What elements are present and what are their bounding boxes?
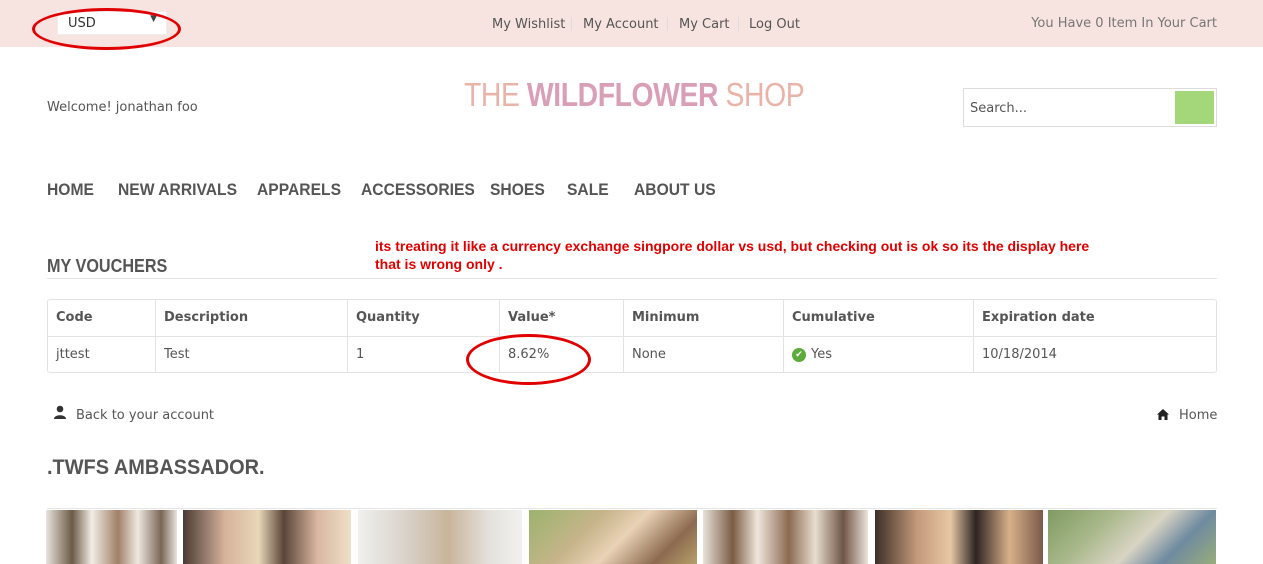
cart-status[interactable]: You Have 0 Item In Your Cart (1031, 16, 1217, 31)
nav-sale[interactable]: SALE (567, 180, 609, 200)
page-title: MY VOUCHERS (47, 256, 168, 276)
column-divider (973, 299, 974, 373)
logout-link[interactable]: Log Out (749, 17, 800, 32)
annotation-oval-value (466, 334, 591, 385)
nav-apparels[interactable]: APPARELS (257, 180, 341, 200)
column-divider (347, 299, 348, 373)
shop-logo[interactable]: THE WILDFLOWER SHOP (464, 76, 805, 114)
link-divider (571, 17, 572, 31)
search-button[interactable] (1175, 91, 1214, 124)
link-divider (738, 17, 739, 31)
ambassador-photo[interactable] (875, 510, 1043, 564)
check-circle-icon: ✔ (792, 348, 806, 362)
ambassador-title: .TWFS AMBASSADOR. (47, 456, 265, 479)
ambassador-photo[interactable] (46, 510, 177, 564)
welcome-message: Welcome! jonathan foo (47, 100, 198, 115)
logo-part-the: THE (464, 76, 527, 113)
ambassador-photo[interactable] (529, 510, 697, 564)
ambassador-photo[interactable] (1048, 510, 1216, 564)
link-divider (667, 17, 668, 31)
cell-expiration: 10/18/2014 (982, 347, 1057, 362)
column-header-cumulative: Cumulative (792, 310, 875, 325)
title-divider (47, 278, 1217, 279)
column-header-value: Value* (508, 310, 556, 325)
ambassador-photo[interactable] (183, 510, 351, 564)
cell-quantity: 1 (356, 347, 365, 362)
column-header-code: Code (56, 310, 93, 325)
column-header-minimum: Minimum (632, 310, 700, 325)
nav-about-us[interactable]: ABOUT US (634, 180, 716, 200)
home-icon (1157, 409, 1169, 420)
column-divider (623, 299, 624, 373)
my-account-link[interactable]: My Account (583, 17, 659, 32)
search-input[interactable] (970, 98, 1170, 118)
back-to-account-link[interactable]: Back to your account (76, 408, 214, 423)
nav-home[interactable]: HOME (47, 180, 94, 200)
annotation-oval-currency (32, 8, 181, 50)
cell-code: jttest (56, 347, 90, 362)
logo-part-shop: SHOP (718, 76, 805, 113)
cell-minimum: None (632, 347, 666, 362)
column-header-quantity: Quantity (356, 310, 420, 325)
my-cart-link[interactable]: My Cart (679, 17, 730, 32)
ambassador-divider (47, 508, 1217, 509)
cell-cumulative: Yes (811, 347, 832, 362)
cell-description: Test (164, 347, 190, 362)
column-divider (155, 299, 156, 373)
column-divider (783, 299, 784, 373)
nav-new-arrivals[interactable]: NEW ARRIVALS (118, 180, 237, 200)
annotation-note: its treating it like a currency exchange… (375, 238, 1090, 272)
nav-accessories[interactable]: ACCESSORIES (361, 180, 475, 200)
my-wishlist-link[interactable]: My Wishlist (492, 17, 565, 32)
home-link[interactable]: Home (1179, 408, 1217, 423)
nav-shoes[interactable]: SHOES (490, 180, 545, 200)
logo-part-wildflower: WILDFLOWER (526, 76, 719, 113)
search-box (963, 88, 1217, 127)
ambassador-photo[interactable] (358, 510, 522, 564)
table-header-divider (47, 336, 1217, 337)
column-header-description: Description (164, 310, 249, 325)
column-header-expiration: Expiration date (982, 310, 1095, 325)
ambassador-photo[interactable] (703, 510, 868, 564)
user-icon (54, 405, 66, 419)
